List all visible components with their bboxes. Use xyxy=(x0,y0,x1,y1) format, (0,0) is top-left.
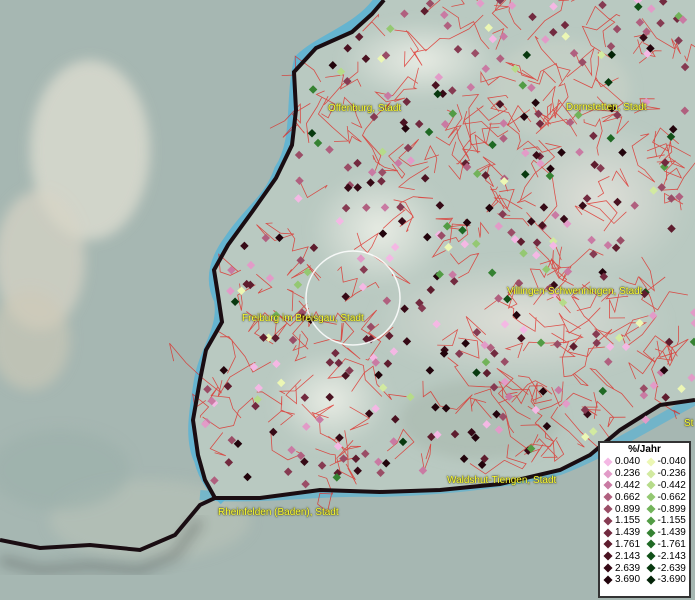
legend-label: 0.040 xyxy=(615,456,641,468)
legend-label: -0.442 xyxy=(657,479,686,491)
legend-label: 2.639 xyxy=(615,562,641,574)
legend-label: -0.662 xyxy=(657,491,686,503)
legend-swatch xyxy=(603,504,613,514)
legend-entry: -1.155 xyxy=(645,515,690,527)
legend-label: 3.690 xyxy=(615,574,641,586)
legend-entry: -2.639 xyxy=(645,562,690,574)
legend-title: %/Jahr xyxy=(628,444,661,455)
legend-entry: 3.690 xyxy=(603,574,647,586)
legend-swatch xyxy=(645,457,656,467)
legend-label: -2.639 xyxy=(657,562,686,574)
legend-swatch xyxy=(645,480,656,491)
legend-label: -0.899 xyxy=(657,503,686,515)
legend-swatch xyxy=(603,516,613,526)
legend-swatch xyxy=(645,492,656,502)
legend-label: -2.143 xyxy=(657,550,686,562)
map-canvas[interactable] xyxy=(0,0,695,600)
legend-swatch xyxy=(645,563,656,573)
legend-label: -0.040 xyxy=(657,456,686,468)
legend-label: 0.442 xyxy=(615,479,641,491)
legend-entry: 0.899 xyxy=(603,503,647,515)
legend-label: -3.690 xyxy=(657,574,686,586)
legend-swatch xyxy=(645,539,656,549)
legend-swatch xyxy=(645,551,656,561)
legend-swatch xyxy=(645,528,656,538)
legend-label: 2.143 xyxy=(615,550,641,562)
legend-label: 1.439 xyxy=(615,527,641,539)
legend-entry: -1.761 xyxy=(645,538,690,551)
legend-positive-column: 0.040 0.236 0.442 0.662 0.899 1.155 1.439 1.761… xyxy=(603,456,647,586)
legend-swatch xyxy=(603,539,613,549)
city-label-waldshut-tiengen: Waldshut-Tiengen, Stadt xyxy=(447,475,557,486)
legend-label: 1.761 xyxy=(615,538,641,550)
legend-label: -1.155 xyxy=(657,515,686,527)
legend-entry: -0.236 xyxy=(645,468,690,480)
city-label-offenburg: Offenburg, Stadt xyxy=(328,103,402,114)
legend-label: -1.761 xyxy=(657,538,686,550)
legend-entry: -2.143 xyxy=(645,550,690,562)
legend-entry: 0.236 xyxy=(603,468,647,480)
legend-label: 0.899 xyxy=(615,503,641,515)
legend-label: 0.662 xyxy=(615,491,641,503)
legend-entry: 0.442 xyxy=(603,479,647,492)
legend-label: -0.236 xyxy=(657,468,686,480)
city-label-st: St xyxy=(684,418,694,429)
legend-label: -1.439 xyxy=(657,527,686,539)
legend-entry: 0.040 xyxy=(603,456,647,468)
legend-swatch xyxy=(603,575,613,585)
legend-entry: -1.439 xyxy=(645,527,690,539)
legend-swatch xyxy=(603,528,613,538)
legend-negative-column: -0.040 -0.236 -0.442 -0.662 -0.899 -1.155 -1.4… xyxy=(645,456,690,586)
legend-swatch xyxy=(603,551,613,561)
legend: %/Jahr 0.040 0.236 0.442 0.662 0.899 1.155 1.4… xyxy=(598,441,691,598)
legend-entry: 1.439 xyxy=(603,527,647,539)
legend-entry: 0.662 xyxy=(603,491,647,503)
legend-label: 1.155 xyxy=(615,515,641,527)
legend-swatch xyxy=(645,575,656,585)
legend-entry: -3.690 xyxy=(645,574,690,586)
city-label-dornstetten: Dornstetten, Stadt xyxy=(566,102,647,113)
legend-swatch xyxy=(645,504,656,514)
city-label-freiburg: Freiburg im Breisgau, Stadt xyxy=(242,313,364,324)
legend-entry: 1.155 xyxy=(603,515,647,527)
legend-swatch xyxy=(645,516,656,526)
legend-entry: -0.899 xyxy=(645,503,690,515)
legend-swatch xyxy=(603,480,613,491)
legend-swatch xyxy=(603,469,613,479)
legend-entry: -0.442 xyxy=(645,479,690,492)
city-label-rheinfelden: Rheinfelden (Baden), Stadt xyxy=(218,507,339,518)
legend-entry: -0.040 xyxy=(645,456,690,468)
legend-swatch xyxy=(603,563,613,573)
legend-entry: 2.639 xyxy=(603,562,647,574)
legend-entry: -0.662 xyxy=(645,491,690,503)
legend-swatch xyxy=(603,457,613,467)
legend-label: 0.236 xyxy=(615,468,641,480)
legend-entry: 1.761 xyxy=(603,538,647,551)
legend-entry: 2.143 xyxy=(603,550,647,562)
city-label-villingen-schwenningen: Villingen-Schwenningen, Stadt xyxy=(507,286,643,297)
legend-swatch xyxy=(603,492,613,502)
legend-swatch xyxy=(645,469,656,479)
